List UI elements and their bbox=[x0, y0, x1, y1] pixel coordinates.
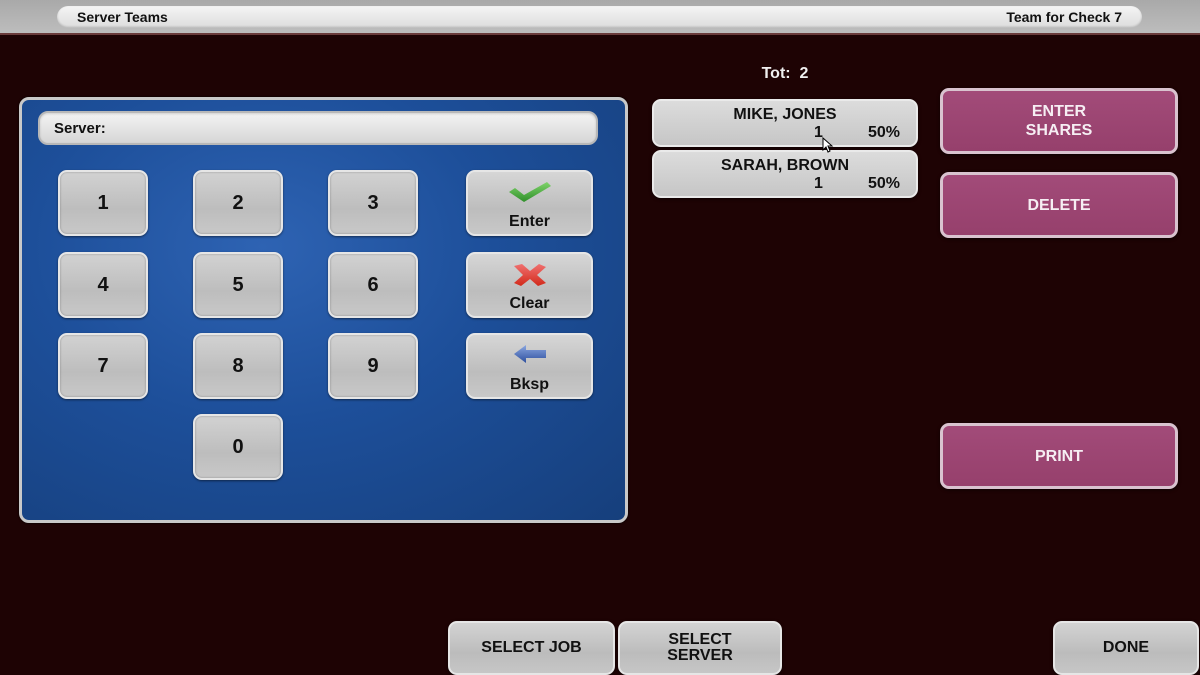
clear-label: Clear bbox=[509, 295, 550, 312]
bksp-label: Bksp bbox=[509, 376, 550, 393]
team-member-row[interactable]: SARAH, BROWN 1 50% bbox=[652, 150, 918, 198]
key-6[interactable]: 6 bbox=[328, 252, 418, 318]
select-server-label-line2: SERVER bbox=[667, 647, 733, 664]
key-4[interactable]: 4 bbox=[58, 252, 148, 318]
title-bar: Server Teams Team for Check 7 bbox=[0, 0, 1200, 35]
server-input[interactable]: Server: bbox=[38, 111, 598, 145]
x-icon bbox=[468, 262, 591, 286]
key-8[interactable]: 8 bbox=[193, 333, 283, 399]
keypad-panel: Server: 1 2 3 4 5 6 7 8 9 0 Enter Clear … bbox=[19, 97, 628, 523]
key-9[interactable]: 9 bbox=[328, 333, 418, 399]
enter-shares-label-line2: SHARES bbox=[1025, 122, 1093, 139]
member-share-percent: 50% bbox=[867, 175, 900, 192]
team-member-row[interactable]: MIKE, JONES 1 50% bbox=[652, 99, 918, 147]
key-1[interactable]: 1 bbox=[58, 170, 148, 236]
member-share-percent: 50% bbox=[867, 124, 900, 141]
total-label: Tot: bbox=[761, 65, 791, 82]
check-title: Team for Check 7 bbox=[1006, 9, 1122, 25]
enter-label: Enter bbox=[509, 213, 550, 230]
enter-button[interactable]: Enter bbox=[466, 170, 593, 236]
backspace-button[interactable]: Bksp bbox=[466, 333, 593, 399]
delete-button[interactable]: DELETE bbox=[940, 172, 1178, 238]
select-job-button[interactable]: SELECT JOB bbox=[448, 621, 615, 675]
clear-button[interactable]: Clear bbox=[466, 252, 593, 318]
select-server-label-line1: SELECT bbox=[668, 631, 732, 648]
key-3[interactable]: 3 bbox=[328, 170, 418, 236]
print-button[interactable]: PRINT bbox=[940, 423, 1178, 489]
total-value: 2 bbox=[799, 65, 809, 82]
left-arrow-icon bbox=[468, 343, 591, 367]
select-server-button[interactable]: SELECT SERVER bbox=[618, 621, 782, 675]
team-total: Tot: 2 bbox=[720, 65, 850, 83]
key-7[interactable]: 7 bbox=[58, 333, 148, 399]
server-label: Server: bbox=[54, 120, 106, 137]
key-0[interactable]: 0 bbox=[193, 414, 283, 480]
title-pill: Server Teams Team for Check 7 bbox=[57, 6, 1142, 28]
checkmark-icon bbox=[468, 180, 591, 204]
key-2[interactable]: 2 bbox=[193, 170, 283, 236]
member-share-count: 1 bbox=[814, 175, 823, 192]
member-name: SARAH, BROWN bbox=[721, 157, 849, 174]
enter-shares-button[interactable]: ENTER SHARES bbox=[940, 88, 1178, 154]
done-button[interactable]: DONE bbox=[1053, 621, 1199, 675]
mouse-pointer-icon bbox=[822, 136, 834, 158]
screen-title: Server Teams bbox=[77, 9, 168, 25]
key-5[interactable]: 5 bbox=[193, 252, 283, 318]
member-name: MIKE, JONES bbox=[733, 106, 837, 123]
enter-shares-label-line1: ENTER bbox=[1031, 103, 1087, 120]
